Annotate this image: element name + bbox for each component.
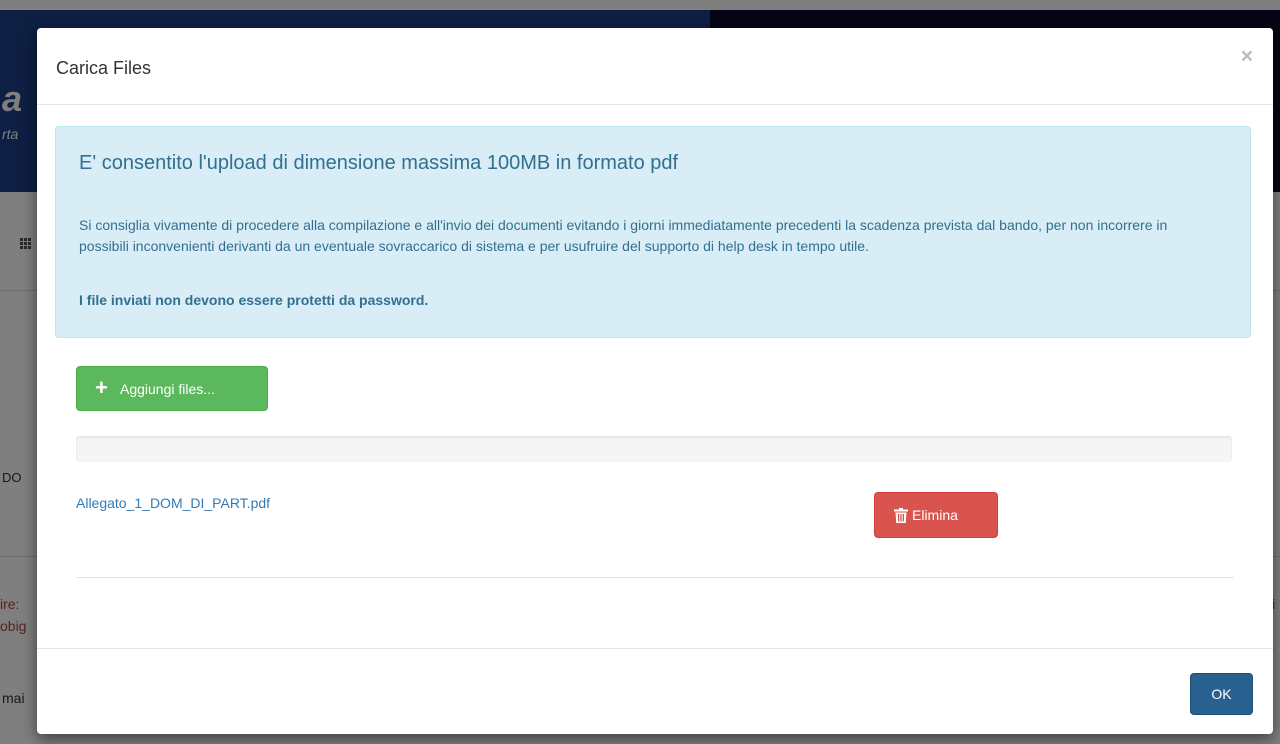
delete-file-button[interactable]: Elimina [874, 492, 998, 538]
ok-label: OK [1211, 686, 1232, 702]
plus-icon: + [95, 375, 108, 400]
info-alert-title: E' consentito l'upload di dimensione mas… [79, 152, 679, 174]
modal-title: Carica Files [56, 58, 152, 78]
upload-progress-bar [76, 436, 1232, 462]
info-alert-text: Si consiglia vivamente di procedere alla… [79, 217, 1168, 254]
ok-button[interactable]: OK [1190, 673, 1253, 715]
file-name-link[interactable]: Allegato_1_DOM_DI_PART.pdf [76, 495, 270, 511]
add-files-label: Aggiungi files... [120, 381, 215, 397]
file-list-divider [76, 577, 1234, 578]
modal-header: Carica Files × [37, 28, 1273, 105]
trash-icon [894, 508, 908, 523]
modal-footer: OK [37, 648, 1273, 735]
info-alert-warning: I file inviati non devono essere protett… [79, 292, 429, 308]
upload-files-modal: Carica Files × E' consentito l'upload di… [37, 28, 1273, 734]
info-alert: E' consentito l'upload di dimensione mas… [55, 126, 1251, 338]
close-button[interactable]: × [1241, 46, 1253, 67]
add-files-button[interactable]: + Aggiungi files... [76, 366, 268, 411]
delete-file-label: Elimina [912, 507, 958, 523]
